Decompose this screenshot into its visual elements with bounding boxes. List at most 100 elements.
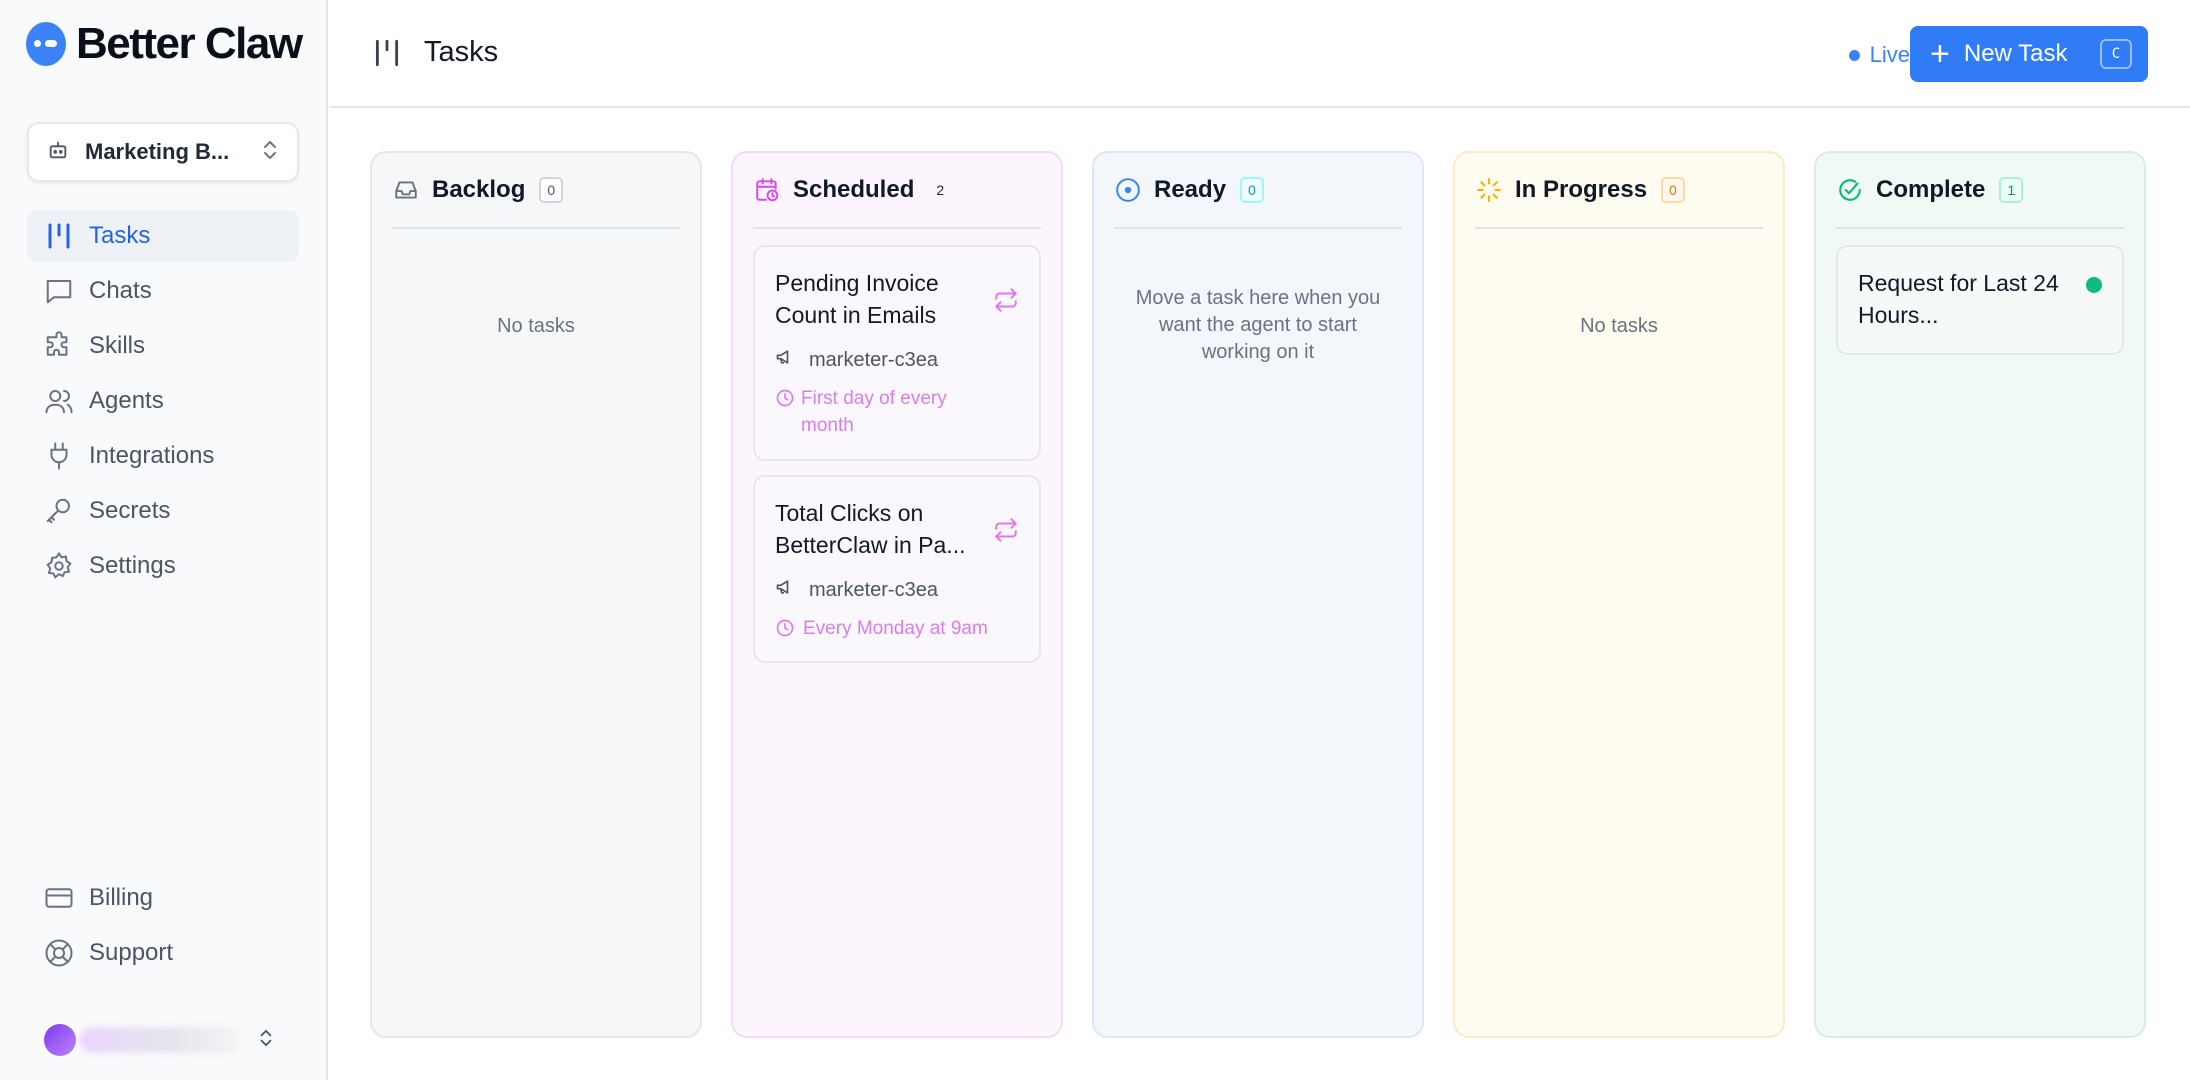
schedule-text: First day of every month	[801, 388, 947, 436]
status-dot-icon	[2086, 277, 2102, 293]
task-schedule: Every Monday at 9am	[775, 615, 1035, 646]
loader-icon	[1475, 176, 1503, 204]
agent-name: marketer-c3ea	[809, 578, 938, 601]
workspace-switcher[interactable]: Marketing B...	[27, 122, 299, 182]
column-title: Complete	[1876, 176, 1986, 203]
column-header: Complete 1	[1836, 153, 2124, 229]
logo-mark-icon	[26, 22, 66, 66]
column-scheduled: Scheduled 2 Pending Invoice Count in Ema…	[731, 151, 1063, 1038]
chevron-up-down-icon	[261, 139, 279, 166]
task-card[interactable]: Total Clicks on BetterClaw in Pa... mark…	[753, 475, 1041, 663]
column-header: Scheduled 2	[753, 153, 1041, 229]
repeat-icon	[993, 287, 1019, 318]
column-complete: Complete 1 Request for Last 24 Hours...	[1814, 151, 2146, 1038]
sidebar-item-skills[interactable]: Skills	[27, 320, 299, 372]
task-card[interactable]: Pending Invoice Count in Emails marketer…	[753, 245, 1041, 461]
task-schedule: First day of every month	[775, 385, 975, 439]
new-task-label: New Task	[1963, 40, 2068, 67]
avatar	[44, 1024, 76, 1056]
task-agent: marketer-c3ea	[775, 347, 938, 373]
kanban-icon	[372, 38, 402, 73]
inbox-icon	[392, 176, 420, 204]
column-in-progress: In Progress 0 No tasks	[1453, 151, 1785, 1038]
clock-icon	[775, 618, 797, 646]
count-badge: 1	[1999, 177, 2024, 203]
main-nav: Tasks Chats Skills Agents Integrations S…	[27, 210, 299, 595]
empty-state: Move a task here when you want the agent…	[1135, 287, 1381, 363]
live-label: Live	[1869, 42, 1910, 67]
chat-bubble-icon	[43, 275, 75, 307]
megaphone-icon	[775, 347, 797, 373]
count-badge: 0	[539, 177, 564, 203]
sidebar-item-tasks[interactable]: Tasks	[27, 210, 299, 262]
count-badge: 0	[1661, 177, 1685, 203]
column-header: Ready 0	[1114, 153, 1402, 229]
lifebuoy-icon	[43, 937, 75, 969]
secondary-nav: Billing Support	[27, 872, 299, 982]
robot-icon	[47, 139, 69, 166]
count-badge: 2	[936, 182, 945, 198]
empty-state: No tasks	[1580, 315, 1658, 337]
chevron-up-down-icon	[258, 1027, 274, 1054]
plus-icon: +	[1930, 35, 1950, 73]
gear-icon	[43, 550, 75, 582]
column-backlog: Backlog 0 No tasks	[370, 151, 702, 1038]
credit-card-icon	[43, 882, 75, 914]
page-header: Tasks Live + New Task C	[330, 0, 2190, 108]
sidebar-item-label: Billing	[89, 884, 154, 911]
agent-name: marketer-c3ea	[809, 348, 938, 371]
sidebar-item-label: Secrets	[89, 497, 171, 524]
target-icon	[1114, 176, 1142, 204]
keyboard-shortcut-badge: C	[2100, 39, 2132, 69]
repeat-icon	[993, 517, 1019, 548]
task-card[interactable]: Request for Last 24 Hours...	[1836, 245, 2124, 355]
user-menu[interactable]	[44, 1020, 294, 1060]
users-icon	[43, 385, 75, 417]
empty-state: No tasks	[497, 315, 575, 337]
sidebar-item-label: Agents	[89, 387, 164, 414]
column-header: In Progress 0	[1475, 153, 1763, 229]
puzzle-icon	[43, 330, 75, 362]
sidebar-item-billing[interactable]: Billing	[27, 872, 299, 924]
page-title: Tasks	[424, 36, 499, 68]
calendar-clock-icon	[753, 176, 781, 204]
sidebar-item-label: Support	[89, 939, 174, 966]
sidebar-item-label: Integrations	[89, 442, 215, 469]
column-title: In Progress	[1515, 176, 1648, 203]
sidebar-item-chats[interactable]: Chats	[27, 265, 299, 317]
column-title: Scheduled	[793, 176, 915, 203]
sidebar-item-settings[interactable]: Settings	[27, 540, 299, 592]
megaphone-icon	[775, 577, 797, 603]
clock-icon	[775, 388, 795, 416]
live-indicator: Live	[1848, 42, 1910, 68]
kanban-icon	[43, 220, 75, 252]
column-header: Backlog 0	[392, 153, 680, 229]
live-dot-icon	[1848, 49, 1860, 61]
sidebar-item-label: Skills	[89, 332, 146, 359]
task-title: Request for Last 24 Hours...	[1858, 270, 2059, 328]
task-title: Total Clicks on BetterClaw in Pa...	[775, 500, 966, 558]
new-task-button[interactable]: + New Task C	[1910, 26, 2148, 82]
sidebar-item-support[interactable]: Support	[27, 927, 299, 979]
sidebar-item-agents[interactable]: Agents	[27, 375, 299, 427]
sidebar-item-label: Tasks	[89, 222, 151, 249]
task-agent: marketer-c3ea	[775, 577, 938, 603]
sidebar: Better Claw Marketing B... Tasks Chats S…	[0, 0, 328, 1080]
task-title: Pending Invoice Count in Emails	[775, 270, 939, 328]
logo-text: Better Claw	[76, 19, 303, 68]
sidebar-item-secrets[interactable]: Secrets	[27, 485, 299, 537]
column-title: Ready	[1154, 176, 1227, 203]
user-name-redacted	[80, 1027, 240, 1053]
logo[interactable]: Better Claw	[26, 19, 303, 68]
key-icon	[43, 495, 75, 527]
workspace-name: Marketing B...	[85, 139, 230, 164]
plug-icon	[43, 440, 75, 472]
count-badge: 0	[1240, 177, 1264, 203]
check-circle-icon	[1836, 176, 1864, 204]
sidebar-item-label: Settings	[89, 552, 176, 579]
sidebar-item-label: Chats	[89, 277, 152, 304]
column-title: Backlog	[432, 176, 526, 203]
sidebar-item-integrations[interactable]: Integrations	[27, 430, 299, 482]
schedule-text: Every Monday at 9am	[803, 618, 988, 639]
column-ready: Ready 0 Move a task here when you want t…	[1092, 151, 1424, 1038]
